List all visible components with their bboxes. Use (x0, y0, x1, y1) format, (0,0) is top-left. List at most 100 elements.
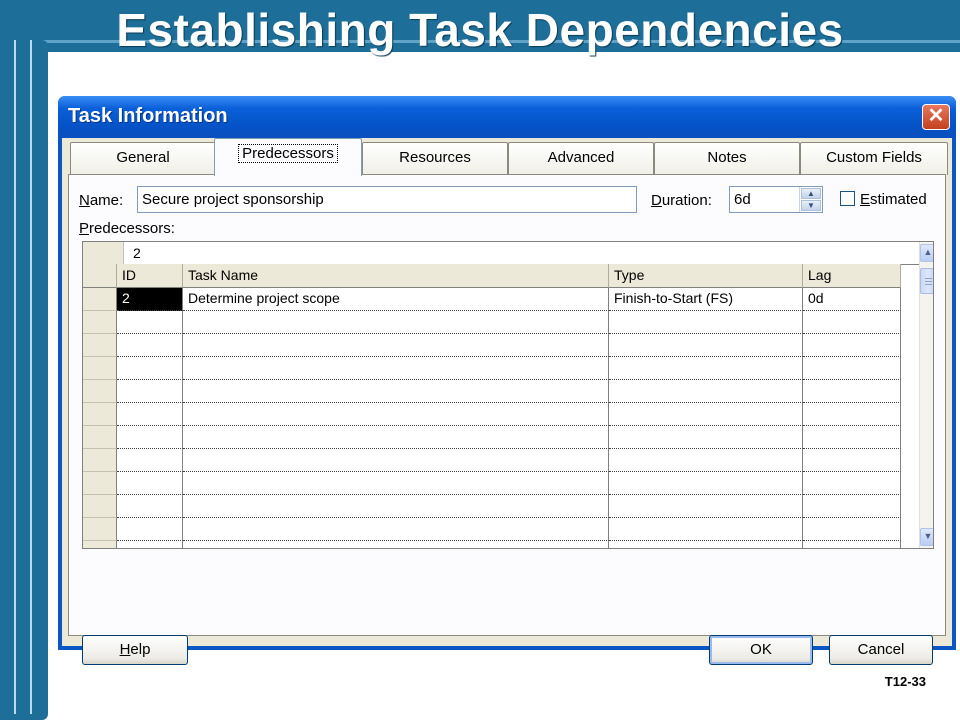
slide-number: T12-33 (884, 674, 926, 689)
row-header[interactable] (83, 472, 117, 495)
empty-cell[interactable] (117, 311, 183, 334)
empty-cell[interactable] (609, 334, 803, 357)
tab-notes[interactable]: Notes (654, 142, 800, 175)
empty-cell[interactable] (183, 472, 609, 495)
empty-cell[interactable] (183, 426, 609, 449)
row-header[interactable] (83, 311, 117, 334)
task-information-dialog: Task Information ✕ General Predecessors … (58, 96, 956, 665)
empty-cell[interactable] (183, 541, 609, 548)
empty-cell[interactable] (609, 426, 803, 449)
empty-cell[interactable] (183, 357, 609, 380)
empty-cell[interactable] (803, 357, 901, 380)
empty-cell[interactable] (609, 495, 803, 518)
task-name-field[interactable] (137, 186, 637, 213)
tab-general[interactable]: General (70, 142, 216, 175)
empty-cell[interactable] (117, 357, 183, 380)
empty-cell[interactable] (803, 472, 901, 495)
empty-cell[interactable] (609, 518, 803, 541)
empty-cell[interactable] (803, 495, 901, 518)
tab-predecessors[interactable]: Predecessors (214, 138, 362, 176)
empty-cell[interactable] (117, 495, 183, 518)
empty-cell[interactable] (183, 403, 609, 426)
empty-cell[interactable] (183, 495, 609, 518)
ok-button[interactable]: OK (709, 635, 813, 665)
empty-cell[interactable] (803, 426, 901, 449)
empty-cell[interactable] (117, 449, 183, 472)
empty-cell[interactable] (609, 311, 803, 334)
empty-cell[interactable] (117, 518, 183, 541)
column-header-type[interactable]: Type (609, 264, 803, 288)
tab-custom-fields[interactable]: Custom Fields (800, 142, 948, 175)
estimated-label-text: stimated (870, 191, 927, 208)
empty-cell[interactable] (609, 403, 803, 426)
column-header-lag[interactable]: Lag (803, 264, 901, 288)
row-header[interactable] (83, 288, 117, 311)
empty-cell[interactable] (803, 449, 901, 472)
empty-cell[interactable] (183, 449, 609, 472)
cell-task-name[interactable]: Determine project scope (183, 288, 609, 311)
empty-cell[interactable] (117, 541, 183, 548)
predecessors-label-accesskey: P (79, 220, 90, 237)
tab-label: Notes (707, 149, 747, 166)
row-header[interactable] (83, 380, 117, 403)
row-header[interactable] (83, 449, 117, 472)
empty-cell[interactable] (803, 380, 901, 403)
help-label-text: elp (130, 641, 151, 658)
tab-resources[interactable]: Resources (362, 142, 508, 175)
name-label-accesskey: N (79, 192, 90, 209)
help-button[interactable]: Help (82, 635, 188, 665)
empty-cell[interactable] (803, 311, 901, 334)
row-header[interactable] (83, 426, 117, 449)
grid-scrollbar[interactable]: ▲ ▼ (919, 242, 933, 548)
cell-lag[interactable]: 0d (803, 288, 901, 311)
column-header-id[interactable]: ID (117, 264, 183, 288)
cell-id[interactable]: 2 (117, 288, 183, 311)
estimated-label-accesskey: E (860, 191, 871, 208)
grid-corner[interactable] (83, 264, 117, 288)
scroll-down-icon[interactable]: ▼ (920, 528, 933, 546)
spin-up-icon[interactable]: ▲ (801, 188, 821, 199)
predecessors-grid: 2 ID Task Name Type Lag 2 Determine proj… (82, 241, 934, 549)
dialog-titlebar[interactable]: Task Information ✕ (58, 96, 956, 138)
edit-bar-gutter (83, 242, 124, 264)
predecessors-label: Predecessors: (79, 220, 175, 237)
row-header[interactable] (83, 357, 117, 380)
tab-advanced[interactable]: Advanced (508, 142, 654, 175)
tab-label: General (116, 149, 170, 166)
empty-cell[interactable] (609, 541, 803, 548)
estimated-checkbox[interactable] (840, 191, 855, 206)
empty-cell[interactable] (117, 334, 183, 357)
row-header[interactable] (83, 334, 117, 357)
empty-cell[interactable] (117, 426, 183, 449)
empty-cell[interactable] (803, 541, 901, 548)
empty-cell[interactable] (803, 334, 901, 357)
duration-stepper: ▲ ▼ (799, 187, 822, 212)
empty-cell[interactable] (609, 380, 803, 403)
spin-down-icon[interactable]: ▼ (801, 200, 821, 211)
edit-bar-value[interactable]: 2 (133, 245, 141, 261)
close-icon[interactable]: ✕ (922, 104, 950, 130)
empty-cell[interactable] (183, 311, 609, 334)
empty-cell[interactable] (183, 334, 609, 357)
scroll-thumb[interactable] (920, 268, 933, 294)
empty-cell[interactable] (183, 518, 609, 541)
cancel-button[interactable]: Cancel (829, 635, 933, 665)
slide-title: Establishing Task Dependencies (116, 4, 844, 56)
empty-cell[interactable] (609, 357, 803, 380)
empty-cell[interactable] (117, 472, 183, 495)
empty-cell[interactable] (803, 403, 901, 426)
scroll-up-icon[interactable]: ▲ (920, 244, 933, 262)
row-header[interactable] (83, 518, 117, 541)
row-header[interactable] (83, 541, 117, 548)
row-header[interactable] (83, 495, 117, 518)
empty-cell[interactable] (609, 449, 803, 472)
empty-cell[interactable] (117, 380, 183, 403)
empty-cell[interactable] (183, 380, 609, 403)
column-header-task-name[interactable]: Task Name (183, 264, 609, 288)
cell-type[interactable]: Finish-to-Start (FS) (609, 288, 803, 311)
row-header[interactable] (83, 403, 117, 426)
tab-label: Resources (399, 149, 471, 166)
empty-cell[interactable] (609, 472, 803, 495)
empty-cell[interactable] (803, 518, 901, 541)
empty-cell[interactable] (117, 403, 183, 426)
